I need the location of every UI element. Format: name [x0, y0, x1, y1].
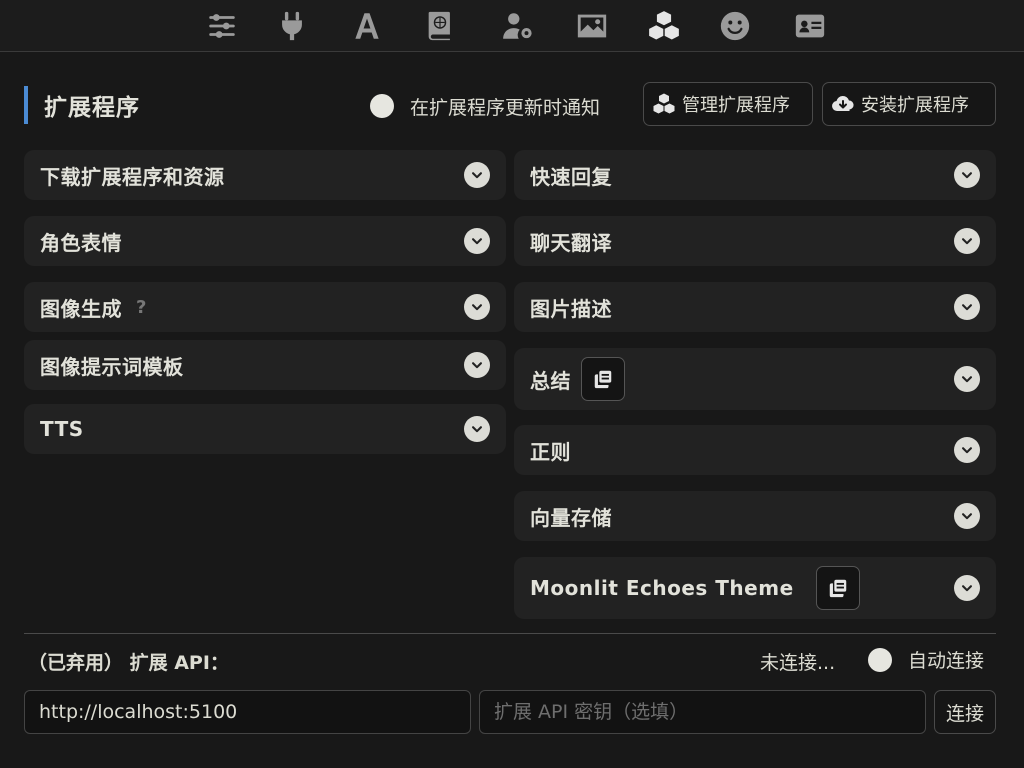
drawer-label: Moonlit Echoes Theme	[530, 576, 794, 600]
api-url-input[interactable]	[24, 690, 471, 734]
sliders-icon[interactable]	[202, 6, 242, 46]
manage-extensions-button[interactable]: 管理扩展程序	[643, 82, 813, 126]
page-title: 扩展程序	[24, 86, 140, 124]
drawer-quick-reply[interactable]: 快速回复	[514, 150, 996, 200]
chevron-down-icon[interactable]	[954, 575, 980, 601]
drawer-label: 图像提示词模板	[40, 354, 184, 379]
id-card-icon[interactable]	[790, 6, 830, 46]
notify-updates-toggle[interactable]: 在扩展程序更新时通知	[370, 92, 600, 120]
copy-settings-button[interactable]	[815, 566, 860, 610]
chevron-down-icon[interactable]	[464, 294, 490, 320]
drawer-label: 图片描述	[530, 296, 612, 321]
install-extension-button[interactable]: 安装扩展程序	[822, 82, 996, 126]
cubes-icon	[653, 93, 675, 114]
copy-settings-button[interactable]	[581, 357, 625, 401]
drawer-label: 总结	[530, 368, 571, 393]
copy-icon	[829, 579, 846, 598]
api-key-input[interactable]	[479, 690, 926, 734]
auto-connect-toggle[interactable]: 自动连接	[868, 646, 984, 673]
drawer-character-expressions[interactable]: 角色表情	[24, 216, 506, 266]
drawer-chat-translation[interactable]: 聊天翻译	[514, 216, 996, 266]
drawer-label: 聊天翻译	[530, 230, 612, 255]
drawer-image-prompt-templates[interactable]: 图像提示词模板	[24, 340, 506, 390]
notify-updates-label: 在扩展程序更新时通知	[410, 96, 601, 119]
chevron-down-icon[interactable]	[954, 228, 980, 254]
drawer-label: 下载扩展程序和资源	[40, 164, 225, 189]
image-icon[interactable]	[572, 6, 612, 46]
chevron-down-icon[interactable]	[464, 416, 490, 442]
chevron-down-icon[interactable]	[954, 437, 980, 463]
font-icon[interactable]	[347, 6, 387, 46]
drawer-download-extensions[interactable]: 下载扩展程序和资源	[24, 150, 506, 200]
chevron-down-icon[interactable]	[464, 352, 490, 378]
drawer-label: 图像生成	[40, 296, 122, 321]
extensions-panel: 扩展程序 在扩展程序更新时通知 管理扩展程序 安装扩展程序 下载扩展程序和资源 …	[0, 52, 1024, 768]
drawer-label: 向量存储	[530, 505, 612, 530]
notify-updates-radio[interactable]	[370, 94, 394, 118]
page-title-text: 扩展程序	[44, 95, 140, 121]
plug-icon[interactable]	[272, 6, 312, 46]
chevron-down-icon[interactable]	[464, 228, 490, 254]
drawer-moonlit-echoes-theme[interactable]: Moonlit Echoes Theme	[514, 557, 996, 619]
drawer-label: 快速回复	[530, 164, 612, 189]
help-hint-icon[interactable]: ?	[136, 297, 146, 318]
drawer-vector-storage[interactable]: 向量存储	[514, 491, 996, 541]
drawer-summarize[interactable]: 总结	[514, 348, 996, 410]
drawer-label: TTS	[40, 417, 84, 441]
manage-extensions-label: 管理扩展程序	[682, 95, 790, 116]
install-extension-label: 安装扩展程序	[861, 95, 969, 116]
cubes-icon[interactable]	[644, 6, 684, 46]
drawer-regex[interactable]: 正则	[514, 425, 996, 475]
extensions-api-label: （已弃用） 扩展 API：	[28, 652, 229, 674]
top-navigation-bar	[0, 0, 1024, 52]
chevron-down-icon[interactable]	[954, 162, 980, 188]
chevron-down-icon[interactable]	[954, 366, 980, 392]
chevron-down-icon[interactable]	[464, 162, 490, 188]
drawer-label: 角色表情	[40, 230, 122, 255]
auto-connect-label: 自动连接	[908, 650, 985, 672]
section-divider	[24, 633, 996, 634]
book-globe-icon[interactable]	[420, 6, 460, 46]
connection-status: 未连接...	[760, 652, 836, 674]
drawer-tts[interactable]: TTS	[24, 404, 506, 454]
copy-icon	[594, 370, 612, 389]
user-gear-icon[interactable]	[498, 6, 538, 46]
chevron-down-icon[interactable]	[954, 294, 980, 320]
auto-connect-radio[interactable]	[868, 647, 892, 672]
cloud-download-icon	[832, 96, 854, 111]
smile-icon[interactable]	[715, 6, 755, 46]
chevron-down-icon[interactable]	[954, 503, 980, 529]
drawer-label: 正则	[530, 439, 571, 464]
connect-button[interactable]: 连接	[934, 690, 996, 734]
drawer-image-captioning[interactable]: 图片描述	[514, 282, 996, 332]
drawer-image-generation[interactable]: 图像生成 ?	[24, 282, 506, 332]
